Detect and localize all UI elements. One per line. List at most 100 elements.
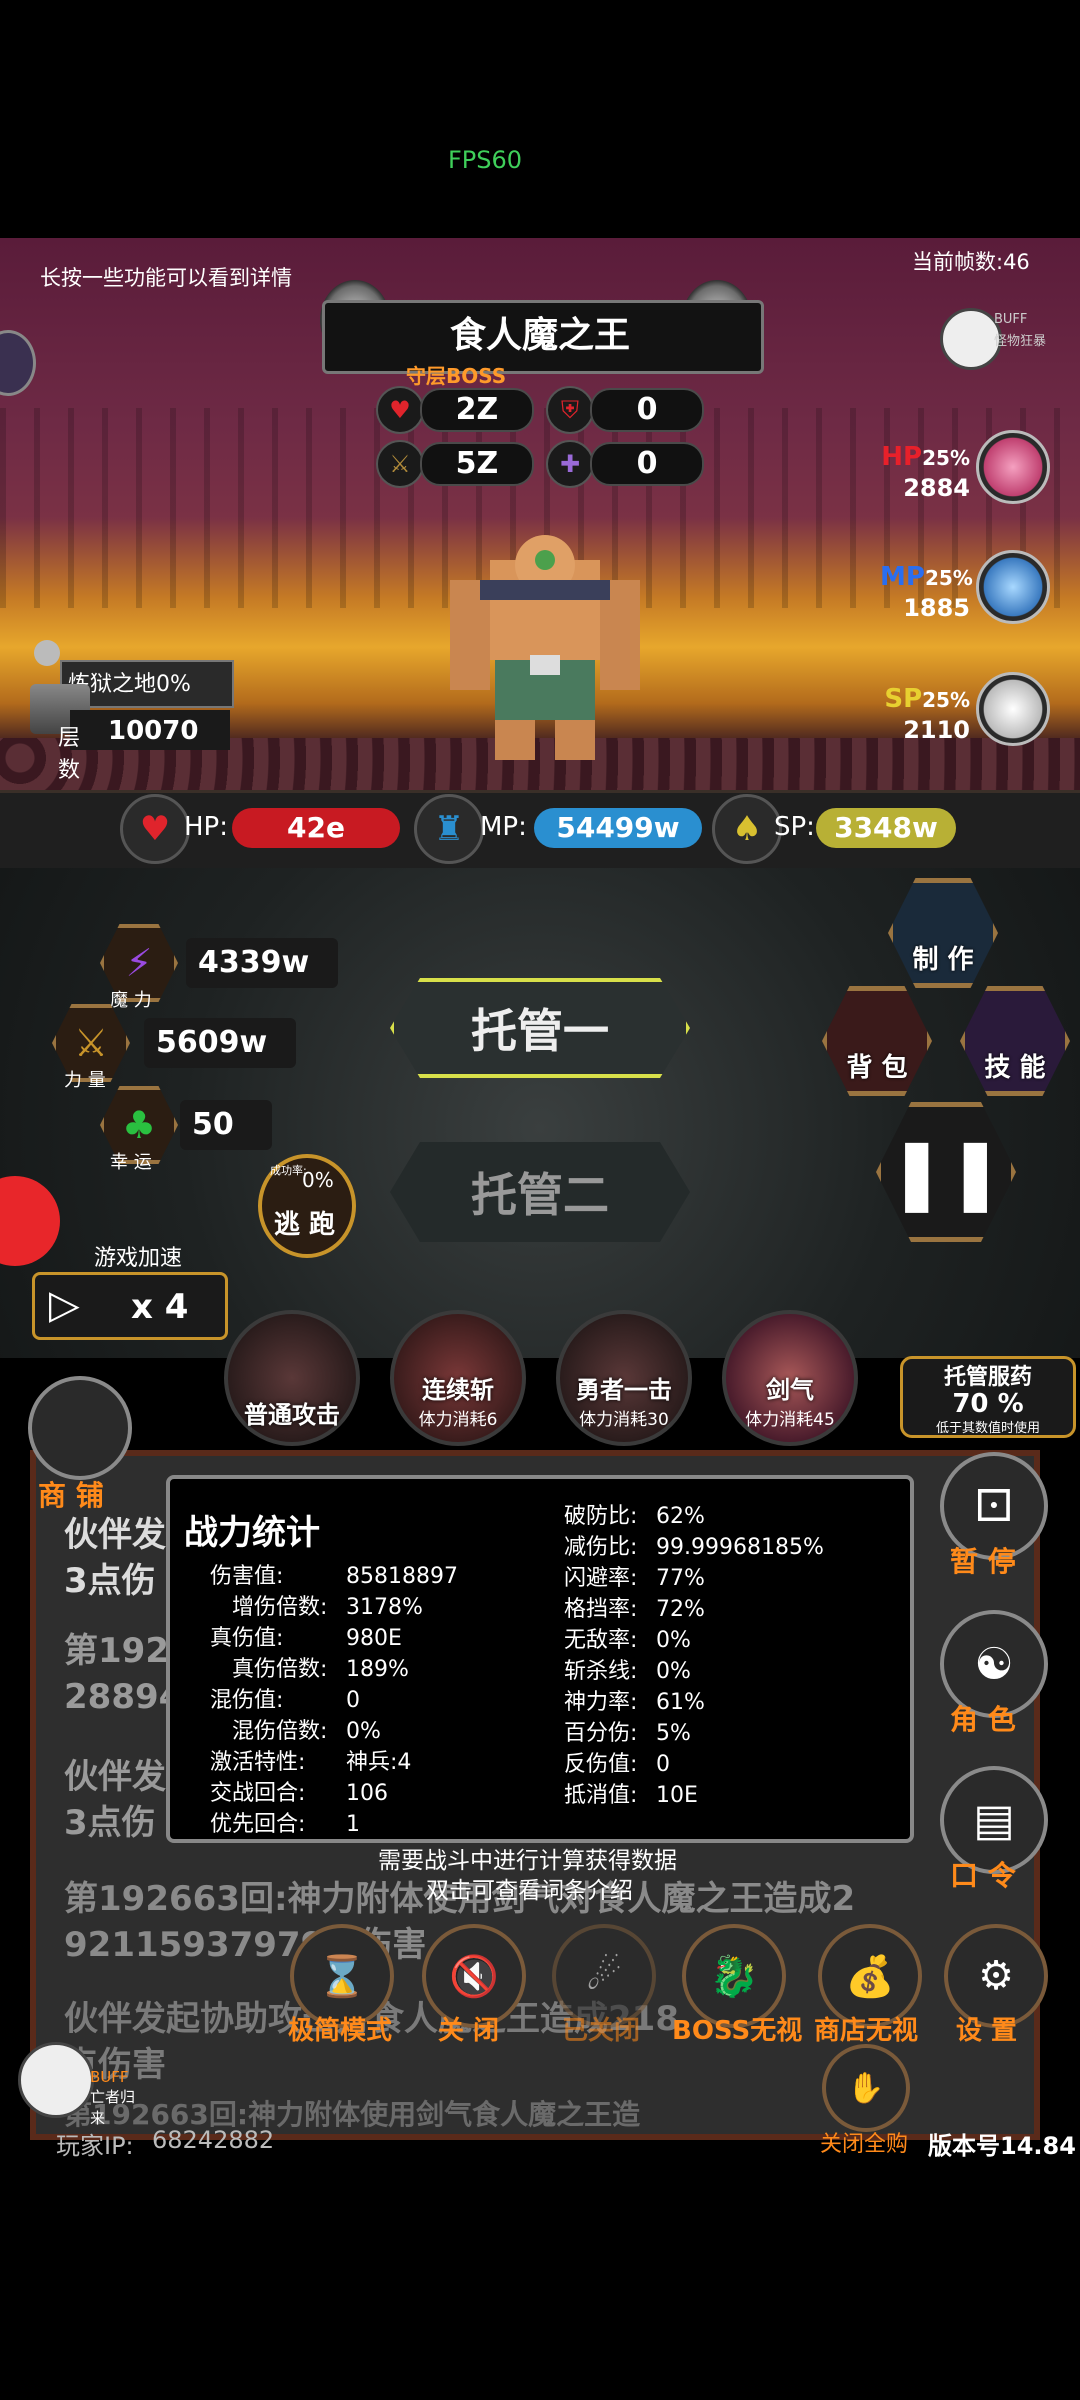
hp-potion[interactable]: HP25% 2884: [880, 430, 1050, 510]
player-ip: 68242882: [152, 2126, 275, 2154]
magic-value: 4339w: [186, 938, 338, 988]
boss-atk: 5Z: [420, 442, 534, 486]
skull-small-icon: [34, 640, 60, 666]
stat-key: 增伤倍数:: [232, 1595, 328, 1620]
log-line: 28894: [64, 1677, 183, 1717]
ogre-king-sprite: [450, 535, 640, 760]
stat-row: 反伤值: 0: [564, 1749, 824, 1780]
stat-row: 增伤倍数: 3178%: [210, 1592, 458, 1623]
skull-icon: [940, 308, 1002, 370]
heart-icon: ♥: [376, 386, 424, 434]
stat-row: 格挡率: 72%: [564, 1594, 824, 1625]
log-line: 伙伴发: [64, 1757, 166, 1797]
skill-cost: 体力消耗30: [579, 1410, 669, 1430]
buff-monster-rage[interactable]: BUFF 怪物狂暴: [940, 308, 1050, 370]
floor-value: 10070: [108, 716, 199, 746]
pause-icon: ❚❚: [887, 1131, 1005, 1213]
speed-value: x 4: [131, 1287, 189, 1327]
stat-value: 99.99968185%: [656, 1535, 824, 1560]
stat-value: 189%: [346, 1657, 409, 1682]
combat-stats-popup[interactable]: 战力统计 伤害值: 85818897 增伤倍数: 3178% 真伤值: 980E 真伤倍数:…: [166, 1475, 914, 1843]
close-all-buy-label: 关闭全购: [820, 2132, 909, 2157]
power-label: 力 量: [64, 1070, 106, 1091]
stat-row: 交战回合: 106: [210, 1778, 458, 1809]
power-value: 5609w: [144, 1018, 296, 1068]
stat-key: 优先回合:: [210, 1812, 306, 1837]
stat-value: 3178%: [346, 1595, 423, 1620]
hp-potion-icon: [976, 430, 1050, 504]
popup-right-stats: 破防比: 62% 减伤比: 99.99968185% 闪避率: 77% 格挡率: 72% 无敌率…: [564, 1501, 824, 1811]
stat-key: 百分伤:: [564, 1721, 638, 1746]
buff-undead-return[interactable]: BUFF 亡者归来: [18, 2042, 148, 2127]
dragon-icon: 🐉: [709, 1953, 759, 2000]
stat-row: 神力率: 61%: [564, 1687, 824, 1718]
mp-potion-value: 1885: [903, 594, 970, 622]
auto-potion-panel[interactable]: 托管服药 70 % 低于其数值时使用: [900, 1356, 1076, 1438]
log-line: 3点伤: [64, 1803, 156, 1843]
stat-value: 61%: [656, 1690, 705, 1715]
merchant-icon: [28, 1376, 132, 1480]
log-line: 3点伤: [64, 1561, 156, 1601]
close-all-buy-button[interactable]: ✋: [822, 2044, 910, 2132]
stat-key: 神力率:: [564, 1690, 638, 1715]
heart-icon: ♥: [120, 794, 190, 864]
stat-value: 0: [346, 1688, 360, 1713]
mp-potion[interactable]: MP25% 1885: [880, 550, 1050, 630]
frame-count: 当前帧数:46: [912, 250, 1030, 274]
shop-ignore-label: 商店无视: [814, 2016, 919, 2046]
stat-key: 激活特性:: [210, 1750, 306, 1775]
stat-value: 85818897: [346, 1564, 458, 1589]
escape-button[interactable]: 成功率: 0% 逃 跑: [258, 1154, 356, 1258]
auto-two-button[interactable]: 托管二: [390, 1142, 690, 1242]
stat-value: 0%: [656, 1659, 691, 1684]
buff-name: 亡者归来: [90, 2088, 136, 2127]
magic-label: 魔 力: [110, 990, 152, 1011]
speed-control[interactable]: ▷ x 4: [32, 1272, 228, 1340]
money-bag-icon: 💰: [845, 1953, 895, 2000]
mp-value: 54499w: [534, 808, 702, 848]
stat-key: 真伤值:: [210, 1626, 284, 1651]
helmet-icon: ♜: [414, 794, 484, 864]
sp-potion[interactable]: SP25% 2110: [880, 672, 1050, 752]
skill-combo-slash[interactable]: 连续斩 体力消耗6: [390, 1310, 526, 1446]
sound-label: 关 闭: [438, 2016, 500, 2046]
mp-potion-pct: 25%: [924, 566, 973, 590]
code-label: 口 令: [950, 1859, 1016, 1892]
skill-label: 技 能: [984, 1052, 1046, 1083]
shop-button[interactable]: 商 铺: [28, 1376, 132, 1512]
pause-game-label: 暂 停: [950, 1545, 1016, 1578]
stat-row: 抵消值: 10E: [564, 1780, 824, 1811]
bag-label: 背 包: [846, 1052, 908, 1083]
comet-icon: ☄: [586, 1953, 622, 1999]
version: 版本号14.84: [928, 2132, 1076, 2160]
book-icon: ▤: [973, 1794, 1015, 1846]
settings-label: 设 置: [956, 2016, 1018, 2046]
floor-label: 层数: [58, 726, 81, 783]
hp-potion-pct: 25%: [922, 446, 970, 470]
auto-potion-title: 托管服药: [943, 1365, 1032, 1390]
play-icon: ▷: [49, 1282, 80, 1328]
boss-mdef: 0: [590, 442, 704, 486]
stat-row: 减伤比: 99.99968185%: [564, 1532, 824, 1563]
hint-text: 长按一些功能可以看到详情: [40, 266, 292, 290]
stat-row: 无敌率: 0%: [564, 1625, 824, 1656]
sp-potion-pct: 25%: [922, 688, 970, 712]
skill-normal-attack[interactable]: 普通攻击: [224, 1310, 360, 1446]
shield-icon: ⛨: [546, 386, 594, 434]
auto-one-button[interactable]: 托管一: [390, 978, 690, 1078]
stat-row: 破防比: 62%: [564, 1501, 824, 1532]
stat-key: 抵消值:: [564, 1783, 638, 1808]
sp-potion-value: 2110: [903, 716, 970, 744]
hooded-figure-icon: ☯: [974, 1638, 1014, 1690]
stat-key: 混伤值:: [210, 1688, 284, 1713]
popup-title: 战力统计: [184, 1513, 320, 1553]
skill-sword-qi[interactable]: 剑气 体力消耗45: [722, 1310, 858, 1446]
dice-icon: ⚀: [974, 1480, 1014, 1532]
escape-rate: 0%: [302, 1168, 334, 1192]
hp-potion-label: HP: [881, 442, 923, 472]
stat-row: 真伤倍数: 189%: [210, 1654, 458, 1685]
sp-potion-icon: [976, 672, 1050, 746]
escape-label: 逃 跑: [274, 1210, 336, 1240]
skill-hero-strike[interactable]: 勇者一击 体力消耗30: [556, 1310, 692, 1446]
buff-label: BUFF: [994, 312, 1028, 327]
